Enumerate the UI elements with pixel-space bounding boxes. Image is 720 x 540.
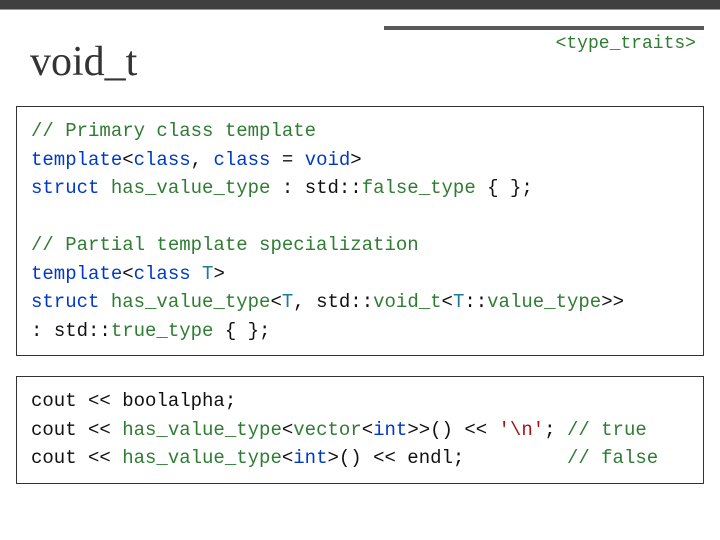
keyword: struct [31, 291, 99, 313]
code-box-definitions: // Primary class template template<class… [16, 106, 704, 356]
op: >() << endl; [327, 447, 464, 469]
type: true_type [111, 320, 214, 342]
op: < [282, 419, 293, 441]
op: >> [601, 291, 624, 313]
type: vector [293, 419, 361, 441]
comment: // true [567, 419, 647, 441]
comment: // Partial template specialization [31, 234, 419, 256]
pad [464, 447, 567, 469]
op: > [213, 263, 224, 285]
keyword: class [134, 149, 191, 171]
keyword: template [31, 263, 122, 285]
op: { }; [476, 177, 533, 199]
type: value_type [487, 291, 601, 313]
op: : [31, 320, 54, 342]
ns: std:: [54, 320, 111, 342]
code-line: cout << has_value_type<int>() << endl; /… [31, 444, 689, 473]
op: < [122, 149, 133, 171]
op: < [270, 291, 281, 313]
code: cout << [31, 447, 122, 469]
code-line: struct has_value_type : std::false_type … [31, 174, 689, 203]
header-row: void_t <type_traits> [0, 28, 720, 86]
op: , [191, 149, 214, 171]
header-rule [384, 26, 704, 30]
type: has_value_type [111, 291, 271, 313]
op: : [270, 177, 304, 199]
code-box-usage: cout << boolalpha; cout << has_value_typ… [16, 376, 704, 484]
op: { }; [213, 320, 270, 342]
space [99, 291, 110, 313]
keyword: int [293, 447, 327, 469]
slide-top-border [0, 0, 720, 10]
keyword: class [213, 149, 270, 171]
string: '\n' [499, 419, 545, 441]
op: < [442, 291, 453, 313]
type: has_value_type [122, 419, 282, 441]
type: has_value_type [111, 177, 271, 199]
code: cout << boolalpha; [31, 390, 236, 412]
type: void_t [373, 291, 441, 313]
keyword: struct [31, 177, 99, 199]
op: < [282, 447, 293, 469]
type: false_type [362, 177, 476, 199]
space [99, 177, 110, 199]
op: > [350, 149, 361, 171]
op: = [270, 149, 304, 171]
code-line: struct has_value_type<T, std::void_t<T::… [31, 288, 689, 317]
header-include: <type_traits> [556, 34, 696, 54]
op: ; [544, 419, 567, 441]
tparam: T [282, 291, 293, 313]
space [191, 263, 202, 285]
op: >>() << [407, 419, 498, 441]
keyword: void [305, 149, 351, 171]
op: :: [464, 291, 487, 313]
blank-line [31, 203, 689, 232]
code-line: // Partial template specialization [31, 231, 689, 260]
comment: // false [567, 447, 658, 469]
type: has_value_type [122, 447, 282, 469]
code-line: : std::true_type { }; [31, 317, 689, 346]
op: < [362, 419, 373, 441]
ns: std:: [316, 291, 373, 313]
tparam: T [453, 291, 464, 313]
comment: // Primary class template [31, 120, 316, 142]
code-line: template<class, class = void> [31, 146, 689, 175]
keyword: int [373, 419, 407, 441]
op: , [293, 291, 316, 313]
code-line: // Primary class template [31, 117, 689, 146]
op: < [122, 263, 133, 285]
tparam: T [202, 263, 213, 285]
code-line: cout << boolalpha; [31, 387, 689, 416]
page-title: void_t [30, 38, 137, 86]
code: cout << [31, 419, 122, 441]
ns: std:: [305, 177, 362, 199]
keyword: template [31, 149, 122, 171]
code-line: cout << has_value_type<vector<int>>() <<… [31, 416, 689, 445]
keyword: class [134, 263, 191, 285]
code-line: template<class T> [31, 260, 689, 289]
